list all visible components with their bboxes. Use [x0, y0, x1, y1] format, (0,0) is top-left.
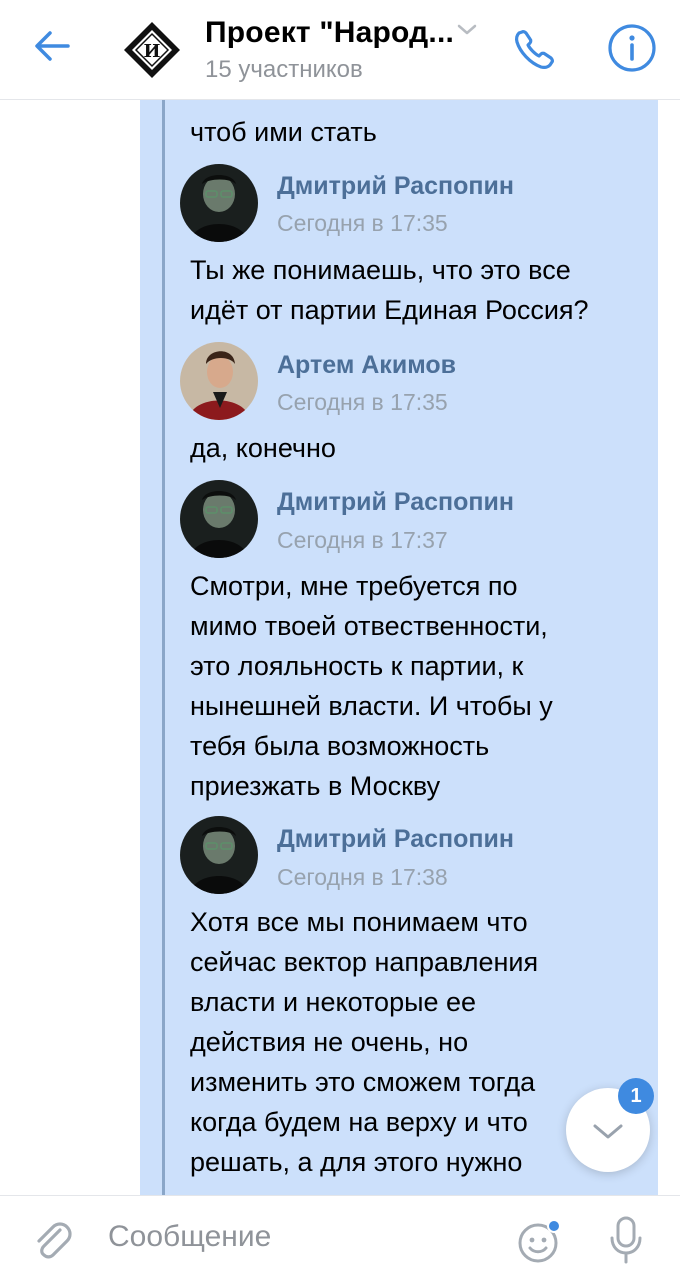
logo-letter: И	[143, 41, 160, 62]
message-time: Сегодня в 17:37	[277, 527, 448, 553]
message-line: сейчас вектор направления	[190, 947, 539, 977]
message-author[interactable]: Дмитрий Распопин	[277, 825, 514, 854]
message-line: действия не очень, но	[190, 1027, 469, 1057]
participants-count: 15 участников	[205, 56, 363, 83]
message-text: Ты же понимаешь, что это все идёт от пар…	[190, 250, 640, 330]
forward-quote-bar	[162, 100, 165, 1195]
message-line: нынешней власти. И чтобы у	[190, 691, 553, 721]
paperclip-icon[interactable]	[30, 1218, 74, 1262]
chevron-down-icon[interactable]	[456, 22, 478, 38]
message-text: да, конечно	[190, 428, 640, 468]
avatar[interactable]	[180, 342, 258, 420]
message-line: Ты же понимаешь, что это все	[190, 255, 571, 285]
chat-title[interactable]: Проект "Народ...	[205, 16, 454, 50]
message-author[interactable]: Артем Акимов	[277, 351, 456, 380]
message-line: мимо твоей отвественности,	[190, 611, 548, 641]
phone-icon[interactable]	[508, 24, 560, 76]
message-line: это лояльность к партии, к	[190, 651, 524, 681]
avatar[interactable]	[180, 480, 258, 558]
message-line: тебя была возможность	[190, 731, 490, 761]
microphone-icon[interactable]	[606, 1214, 646, 1266]
message-list[interactable]: чтоб ими стать Дмитрий Распопин Сегодня …	[0, 100, 680, 1195]
smile-icon[interactable]	[516, 1218, 562, 1264]
chat-header: И Проект "Народ... 15 участников	[0, 0, 680, 100]
message-time: Сегодня в 17:35	[277, 389, 448, 415]
unread-badge: 1	[618, 1078, 654, 1114]
message-line: власти и некоторые ее	[190, 987, 477, 1017]
chat-avatar-logo[interactable]: И	[122, 20, 182, 80]
message-text-fragment: чтоб ими стать	[190, 117, 377, 147]
info-icon[interactable]	[606, 22, 658, 74]
avatar[interactable]	[180, 164, 258, 242]
avatar[interactable]	[180, 816, 258, 894]
arrow-left-icon[interactable]	[30, 24, 74, 68]
message-time: Сегодня в 17:35	[277, 210, 448, 236]
message-author[interactable]: Дмитрий Распопин	[277, 488, 514, 517]
message-line: да, конечно	[190, 433, 336, 463]
message-line: Хотя все мы понимаем что	[190, 907, 528, 937]
message-line: Смотри, мне требуется по	[190, 571, 518, 601]
message-composer: Сообщение	[0, 1195, 680, 1280]
message-text: Смотри, мне требуется по мимо твоей отве…	[190, 566, 640, 806]
message-author[interactable]: Дмитрий Распопин	[277, 172, 514, 201]
message-line: идёт от партии Единая Россия?	[190, 295, 589, 325]
message-input[interactable]: Сообщение	[108, 1220, 271, 1254]
message-time: Сегодня в 17:38	[277, 864, 448, 890]
message-line: приезжать в Москву	[190, 771, 441, 801]
